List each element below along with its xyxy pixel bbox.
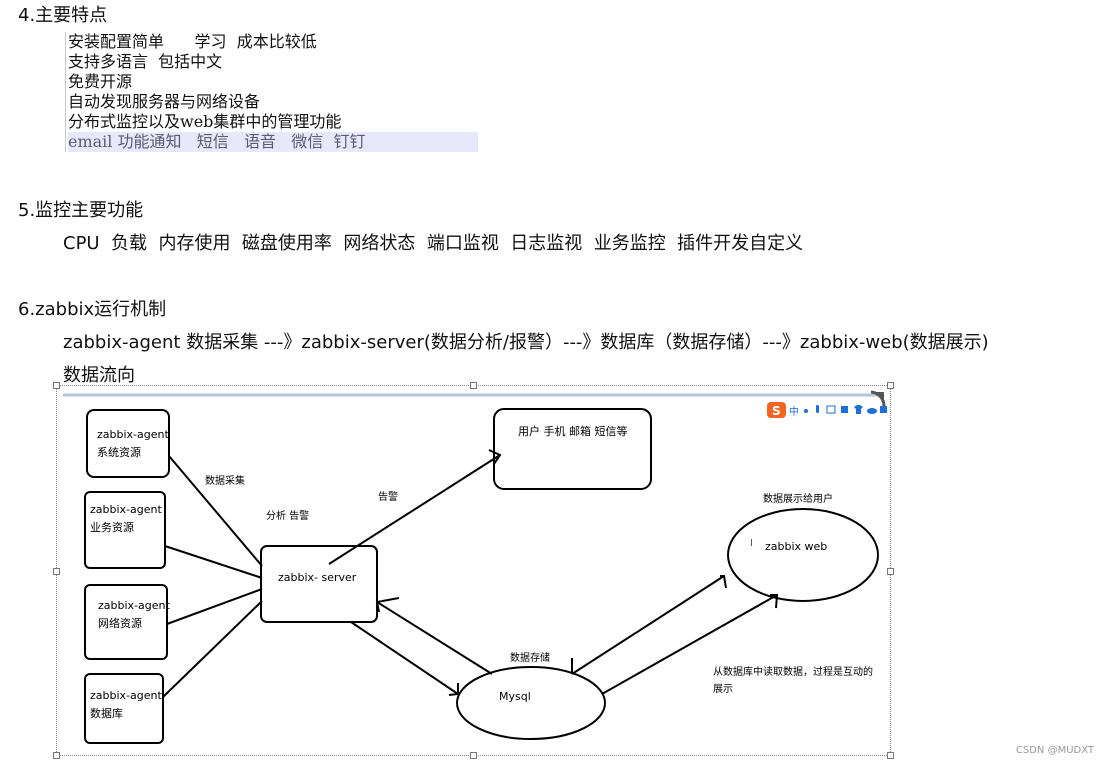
server-box bbox=[260, 545, 378, 623]
features-code-block: 安装配置简单 学习 成本比较低 支持多语言 包括中文 免费开源 自动发现服务器与… bbox=[65, 32, 478, 152]
flow-text: zabbix-agent 数据采集 ---》zabbix-server(数据分析… bbox=[63, 332, 989, 353]
resize-handle-b[interactable] bbox=[470, 752, 477, 759]
web-label: zabbix web bbox=[765, 540, 827, 553]
arrow-server-mysql bbox=[350, 621, 459, 695]
agent-box-system bbox=[86, 409, 170, 478]
agent-sub: 系统资源 bbox=[97, 445, 141, 459]
agent-sub: 业务资源 bbox=[90, 520, 134, 534]
apps-icon bbox=[880, 406, 887, 413]
section-4-heading: 4.主要特点 bbox=[18, 5, 108, 26]
shirt-icon bbox=[854, 405, 863, 414]
read-db-label-2: 展示 bbox=[713, 683, 733, 695]
agent-name: zabbix-agent bbox=[90, 689, 162, 702]
svg-text:S: S bbox=[772, 404, 781, 418]
zh-icon: 中 bbox=[789, 405, 799, 418]
store-label: 数据存储 bbox=[510, 651, 550, 664]
cloud-icon bbox=[867, 408, 877, 414]
arrow-agent3-server bbox=[166, 588, 263, 625]
section-5-heading: 5.监控主要功能 bbox=[18, 200, 144, 221]
users-label: 用户 手机 邮箱 短信等 bbox=[518, 424, 628, 438]
arrow-server-users bbox=[328, 454, 501, 565]
feature-line: 安装配置简单 学习 成本比较低 bbox=[68, 32, 317, 51]
mic-icon bbox=[816, 405, 819, 413]
arrow-agent4-server bbox=[162, 600, 263, 698]
resize-handle-r[interactable] bbox=[887, 568, 894, 575]
collect-label: 数据采集 bbox=[205, 474, 245, 487]
arrow-mysql-web-2 bbox=[601, 594, 778, 695]
resize-handle-br[interactable] bbox=[887, 752, 894, 759]
agent-sub: 网络资源 bbox=[98, 616, 142, 630]
arrow-agent2-server bbox=[164, 545, 263, 579]
architecture-figure[interactable]: S 中 zabbix-agent 系统资源 zabbix-agent 业务资源 … bbox=[53, 382, 894, 759]
feature-line: 自动发现服务器与网络设备 bbox=[68, 92, 261, 111]
arrow-mysql-server bbox=[376, 601, 493, 675]
architecture-diagram: S 中 zabbix-agent 系统资源 zabbix-agent 业务资源 … bbox=[63, 390, 887, 744]
alarm-label: 告警 bbox=[378, 490, 398, 503]
agent-name: zabbix-agent bbox=[97, 428, 169, 441]
users-box bbox=[493, 408, 652, 490]
grid-icon bbox=[841, 406, 848, 413]
watermark: CSDN @MUDXT bbox=[1015, 745, 1094, 756]
arrow-agent1-server bbox=[168, 455, 263, 567]
resize-handle-l[interactable] bbox=[53, 568, 60, 575]
mysql-label: Mysql bbox=[499, 690, 531, 703]
dot-icon bbox=[804, 409, 808, 413]
section-6-heading: 6.zabbix运行机制 bbox=[18, 299, 167, 320]
resize-handle-t[interactable] bbox=[470, 382, 477, 389]
agent-name: zabbix-agent bbox=[98, 599, 170, 612]
server-label: zabbix- server bbox=[278, 571, 357, 584]
agent-sub: 数据库 bbox=[90, 706, 123, 720]
feature-line: 分布式监控以及web集群中的管理功能 bbox=[68, 112, 342, 131]
analyze-label: 分析 告警 bbox=[266, 509, 309, 522]
text-cursor-icon: I bbox=[750, 538, 753, 549]
agent-name: zabbix-agent bbox=[90, 503, 162, 516]
web-ellipse bbox=[727, 508, 879, 602]
resize-handle-tr[interactable] bbox=[887, 382, 894, 389]
resize-handle-tl[interactable] bbox=[53, 382, 60, 389]
monitor-functions-text: CPU 负载 内存使用 磁盘使用率 网络状态 端口监视 日志监视 业务监控 插件… bbox=[63, 233, 804, 254]
ime-toolbar: S 中 bbox=[767, 402, 887, 418]
feature-line: 支持多语言 包括中文 bbox=[68, 52, 223, 71]
arrow-mysql-web bbox=[571, 575, 725, 675]
feature-line-highlighted: email 功能通知 短信 语音 微信 钉钉 bbox=[68, 132, 478, 152]
show-to-user-label: 数据展示给用户 bbox=[763, 492, 833, 505]
read-db-label: 从数据库中读取数据，过程是互动的 bbox=[713, 665, 873, 678]
keyboard-icon bbox=[826, 405, 836, 414]
feature-line: 免费开源 bbox=[68, 72, 133, 91]
resize-handle-bl[interactable] bbox=[53, 752, 60, 759]
mysql-ellipse bbox=[456, 666, 606, 740]
